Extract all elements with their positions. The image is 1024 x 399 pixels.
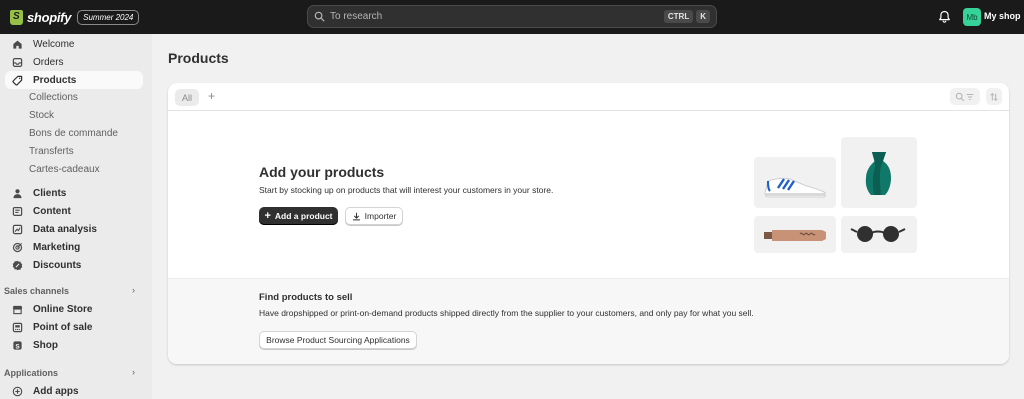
sidebar-subitem-gift-cards[interactable]: Cartes-cadeaux <box>29 164 100 175</box>
inbox-icon <box>11 56 23 68</box>
shop-bag-icon: S <box>11 339 23 351</box>
sidebar-item-label: Point of sale <box>33 321 93 333</box>
tab-bar: All + <box>168 83 1009 111</box>
tab-all[interactable]: All <box>175 89 200 106</box>
svg-text:S: S <box>15 343 20 350</box>
sidebar-item-content[interactable]: Content <box>5 202 143 220</box>
empty-state-title: Add your products <box>259 164 385 180</box>
content-icon <box>11 205 23 217</box>
person-icon <box>11 187 23 199</box>
find-products-section: Find products to sell Have dropshipped o… <box>168 278 1009 364</box>
add-product-label: Add a product <box>274 211 333 221</box>
sidebar-item-label: Content <box>33 205 71 217</box>
sidebar-item-label: Marketing <box>33 241 81 253</box>
sunglasses-illustration <box>841 216 917 253</box>
sidebar-subitem-stock[interactable]: Stock <box>29 110 54 121</box>
page-title: Products <box>168 50 229 66</box>
sort-button[interactable] <box>986 88 1002 105</box>
target-icon <box>11 241 23 253</box>
add-view-icon[interactable]: + <box>208 89 215 103</box>
find-products-description: Have dropshipped or print-on-demand prod… <box>259 308 754 318</box>
chevron-right-icon[interactable]: › <box>132 285 135 295</box>
sidebar-item-label: Shop <box>33 339 58 351</box>
search-icon <box>314 11 325 22</box>
sidebar-item-point-of-sale[interactable]: Point of sale <box>5 318 143 336</box>
notifications-bell-icon[interactable] <box>938 10 951 27</box>
sidebar-item-label: Online Store <box>33 303 93 315</box>
sidebar-item-online-store[interactable]: Online Store <box>5 300 143 318</box>
shortcut-ctrl-key: CTRL <box>663 10 694 23</box>
home-icon <box>11 38 23 50</box>
sidebar-item-data-analysis[interactable]: Data analysis <box>5 220 143 238</box>
pos-icon <box>11 321 23 333</box>
import-button[interactable]: Importer <box>345 207 403 225</box>
sidebar-item-marketing[interactable]: Marketing <box>5 238 143 256</box>
sidebar-item-label: Welcome <box>33 38 75 50</box>
sidebar-item-shop[interactable]: S Shop <box>5 336 143 354</box>
sidebar-item-discounts[interactable]: Discounts <box>5 256 143 274</box>
shop-name[interactable]: My shop <box>984 11 1021 21</box>
sidebar-item-label: Products <box>33 74 77 86</box>
search-icon <box>955 92 965 101</box>
sneaker-illustration <box>754 157 836 208</box>
chart-icon <box>11 223 23 235</box>
sidebar-item-add-apps[interactable]: Add apps <box>5 382 143 399</box>
plus-circle-icon <box>11 385 23 397</box>
shopify-logo[interactable]: shopify <box>10 9 72 25</box>
logo-text: shopify <box>27 9 72 25</box>
chevron-right-icon[interactable]: › <box>132 367 135 377</box>
plus-icon: + <box>264 210 271 222</box>
shopify-bag-icon <box>10 9 23 25</box>
add-product-button[interactable]: + Add a product <box>259 207 338 225</box>
sort-icon <box>990 92 998 101</box>
search-bar[interactable]: To research CTRL K <box>307 5 717 28</box>
vase-illustration <box>841 137 917 208</box>
search-placeholder: To research <box>330 11 383 22</box>
products-card: All + Add your products Start by stockin… <box>168 83 1009 364</box>
top-bar: shopify Summer 2024 To research CTRL K M… <box>0 0 1024 34</box>
sidebar-item-clients[interactable]: Clients <box>5 184 143 202</box>
filter-icon <box>966 93 974 100</box>
store-icon <box>11 303 23 315</box>
sidebar-item-label: Add apps <box>33 385 79 397</box>
tag-icon <box>11 74 23 86</box>
edition-badge[interactable]: Summer 2024 <box>77 9 140 25</box>
sidebar-item-label: Data analysis <box>33 223 97 235</box>
search-filter-button[interactable] <box>950 88 980 105</box>
tube-illustration <box>754 216 836 253</box>
sales-channels-heading[interactable]: Sales channels <box>4 286 69 296</box>
sidebar-item-orders[interactable]: Orders <box>5 53 143 71</box>
find-products-title: Find products to sell <box>259 292 353 303</box>
sidebar-item-label: Orders <box>33 56 64 68</box>
sidebar-item-products[interactable]: Products <box>5 71 143 89</box>
sidebar-item-label: Clients <box>33 187 67 199</box>
discount-icon <box>11 259 23 271</box>
sidebar-item-welcome[interactable]: Welcome <box>5 35 143 53</box>
import-label: Importer <box>364 211 397 221</box>
avatar[interactable]: Mb <box>963 8 981 26</box>
download-icon <box>352 212 360 220</box>
sidebar-subitem-transfers[interactable]: Transferts <box>29 146 74 157</box>
sidebar-subitem-purchase-orders[interactable]: Bons de commande <box>29 128 118 139</box>
applications-heading[interactable]: Applications <box>4 368 58 378</box>
browse-sourcing-apps-button[interactable]: Browse Product Sourcing Applications <box>259 331 417 349</box>
empty-state-description: Start by stocking up on products that wi… <box>259 185 554 195</box>
sidebar-item-label: Discounts <box>33 259 82 271</box>
shortcut-k-key: K <box>696 10 710 23</box>
sidebar-subitem-collections[interactable]: Collections <box>29 92 78 103</box>
sidebar: Welcome Orders Products Collections Stoc… <box>0 34 152 399</box>
